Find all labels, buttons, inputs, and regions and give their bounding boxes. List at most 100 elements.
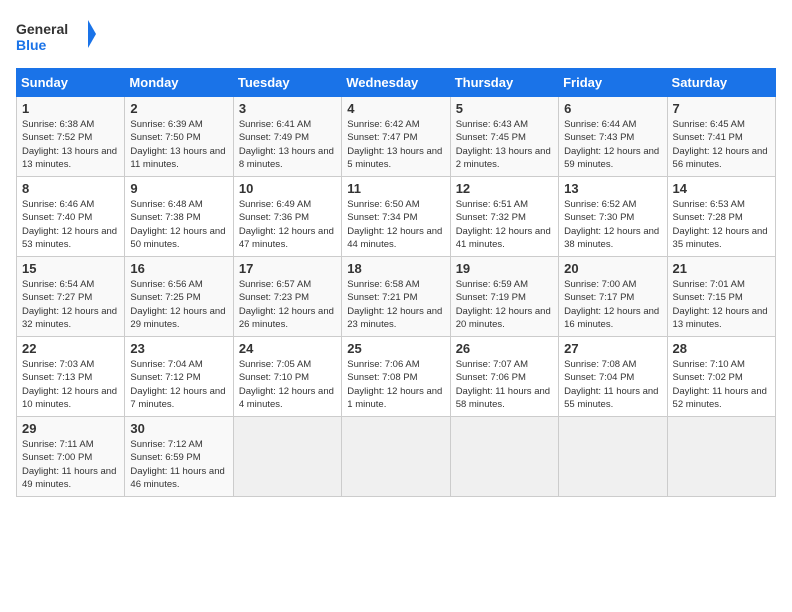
- day-number: 24: [239, 341, 336, 356]
- calendar-cell: 12 Sunrise: 6:51 AM Sunset: 7:32 PM Dayli…: [450, 177, 558, 257]
- calendar-cell: 24 Sunrise: 7:05 AM Sunset: 7:10 PM Dayli…: [233, 337, 341, 417]
- cell-info: Sunrise: 7:11 AM Sunset: 7:00 PM Dayligh…: [22, 438, 119, 491]
- calendar-cell: 8 Sunrise: 6:46 AM Sunset: 7:40 PM Daylig…: [17, 177, 125, 257]
- cell-info: Sunrise: 6:38 AM Sunset: 7:52 PM Dayligh…: [22, 118, 119, 171]
- cell-info: Sunrise: 6:52 AM Sunset: 7:30 PM Dayligh…: [564, 198, 661, 251]
- day-number: 21: [673, 261, 770, 276]
- cell-info: Sunrise: 7:04 AM Sunset: 7:12 PM Dayligh…: [130, 358, 227, 411]
- calendar-cell: 26 Sunrise: 7:07 AM Sunset: 7:06 PM Dayli…: [450, 337, 558, 417]
- calendar-cell: 30 Sunrise: 7:12 AM Sunset: 6:59 PM Dayli…: [125, 417, 233, 497]
- calendar-week-row: 22 Sunrise: 7:03 AM Sunset: 7:13 PM Dayli…: [17, 337, 776, 417]
- day-number: 4: [347, 101, 444, 116]
- weekday-header: Sunday: [17, 69, 125, 97]
- cell-info: Sunrise: 6:46 AM Sunset: 7:40 PM Dayligh…: [22, 198, 119, 251]
- weekday-header: Wednesday: [342, 69, 450, 97]
- day-number: 6: [564, 101, 661, 116]
- day-number: 16: [130, 261, 227, 276]
- calendar-cell: 5 Sunrise: 6:43 AM Sunset: 7:45 PM Daylig…: [450, 97, 558, 177]
- day-number: 30: [130, 421, 227, 436]
- calendar-cell: 17 Sunrise: 6:57 AM Sunset: 7:23 PM Dayli…: [233, 257, 341, 337]
- cell-info: Sunrise: 6:51 AM Sunset: 7:32 PM Dayligh…: [456, 198, 553, 251]
- calendar-week-row: 15Sunrise: 6:54 AM Sunset: 7:27 PM Dayli…: [17, 257, 776, 337]
- day-number: 3: [239, 101, 336, 116]
- cell-info: Sunrise: 6:43 AM Sunset: 7:45 PM Dayligh…: [456, 118, 553, 171]
- weekday-header: Tuesday: [233, 69, 341, 97]
- cell-info: Sunrise: 7:08 AM Sunset: 7:04 PM Dayligh…: [564, 358, 661, 411]
- cell-info: Sunrise: 7:12 AM Sunset: 6:59 PM Dayligh…: [130, 438, 227, 491]
- cell-info: Sunrise: 7:01 AM Sunset: 7:15 PM Dayligh…: [673, 278, 770, 331]
- calendar-cell: 1 Sunrise: 6:38 AM Sunset: 7:52 PM Daylig…: [17, 97, 125, 177]
- calendar-cell: 13 Sunrise: 6:52 AM Sunset: 7:30 PM Dayli…: [559, 177, 667, 257]
- calendar-cell: 4 Sunrise: 6:42 AM Sunset: 7:47 PM Daylig…: [342, 97, 450, 177]
- calendar-cell: 2 Sunrise: 6:39 AM Sunset: 7:50 PM Daylig…: [125, 97, 233, 177]
- calendar-cell: 27 Sunrise: 7:08 AM Sunset: 7:04 PM Dayli…: [559, 337, 667, 417]
- calendar-cell: 9 Sunrise: 6:48 AM Sunset: 7:38 PM Daylig…: [125, 177, 233, 257]
- calendar-cell: 22 Sunrise: 7:03 AM Sunset: 7:13 PM Dayli…: [17, 337, 125, 417]
- day-number: 10: [239, 181, 336, 196]
- logo-svg: General Blue: [16, 16, 96, 56]
- calendar-cell: 3 Sunrise: 6:41 AM Sunset: 7:49 PM Daylig…: [233, 97, 341, 177]
- cell-info: Sunrise: 6:50 AM Sunset: 7:34 PM Dayligh…: [347, 198, 444, 251]
- cell-info: Sunrise: 6:42 AM Sunset: 7:47 PM Dayligh…: [347, 118, 444, 171]
- day-number: 11: [347, 181, 444, 196]
- day-number: 8: [22, 181, 119, 196]
- cell-info: Sunrise: 6:39 AM Sunset: 7:50 PM Dayligh…: [130, 118, 227, 171]
- day-number: 7: [673, 101, 770, 116]
- calendar-cell: 14 Sunrise: 6:53 AM Sunset: 7:28 PM Dayli…: [667, 177, 775, 257]
- day-number: 27: [564, 341, 661, 356]
- day-number: 9: [130, 181, 227, 196]
- calendar-cell: 7 Sunrise: 6:45 AM Sunset: 7:41 PM Daylig…: [667, 97, 775, 177]
- day-number: 13: [564, 181, 661, 196]
- cell-info: Sunrise: 7:03 AM Sunset: 7:13 PM Dayligh…: [22, 358, 119, 411]
- page-header: General Blue: [16, 16, 776, 56]
- cell-info: Sunrise: 7:00 AM Sunset: 7:17 PM Dayligh…: [564, 278, 661, 331]
- calendar-week-row: 8 Sunrise: 6:46 AM Sunset: 7:40 PM Daylig…: [17, 177, 776, 257]
- svg-text:Blue: Blue: [16, 37, 47, 53]
- calendar-header: SundayMondayTuesdayWednesdayThursdayFrid…: [17, 69, 776, 97]
- calendar-cell: 11 Sunrise: 6:50 AM Sunset: 7:34 PM Dayli…: [342, 177, 450, 257]
- day-number: 12: [456, 181, 553, 196]
- cell-info: Sunrise: 7:05 AM Sunset: 7:10 PM Dayligh…: [239, 358, 336, 411]
- cell-info: Sunrise: 6:56 AM Sunset: 7:25 PM Dayligh…: [130, 278, 227, 331]
- cell-info: Sunrise: 7:06 AM Sunset: 7:08 PM Dayligh…: [347, 358, 444, 411]
- day-number: 2: [130, 101, 227, 116]
- calendar-cell: [342, 417, 450, 497]
- cell-info: Sunrise: 6:57 AM Sunset: 7:23 PM Dayligh…: [239, 278, 336, 331]
- calendar-body: 1 Sunrise: 6:38 AM Sunset: 7:52 PM Daylig…: [17, 97, 776, 497]
- cell-info: Sunrise: 6:45 AM Sunset: 7:41 PM Dayligh…: [673, 118, 770, 171]
- day-number: 17: [239, 261, 336, 276]
- cell-info: Sunrise: 6:44 AM Sunset: 7:43 PM Dayligh…: [564, 118, 661, 171]
- cell-info: Sunrise: 6:54 AM Sunset: 7:27 PM Dayligh…: [22, 278, 119, 331]
- calendar-cell: [450, 417, 558, 497]
- day-number: 23: [130, 341, 227, 356]
- calendar-cell: 19 Sunrise: 6:59 AM Sunset: 7:19 PM Dayli…: [450, 257, 558, 337]
- cell-info: Sunrise: 6:59 AM Sunset: 7:19 PM Dayligh…: [456, 278, 553, 331]
- day-number: 18: [347, 261, 444, 276]
- calendar-cell: [559, 417, 667, 497]
- cell-info: Sunrise: 6:53 AM Sunset: 7:28 PM Dayligh…: [673, 198, 770, 251]
- calendar-cell: [667, 417, 775, 497]
- weekday-header: Thursday: [450, 69, 558, 97]
- cell-info: Sunrise: 6:41 AM Sunset: 7:49 PM Dayligh…: [239, 118, 336, 171]
- day-number: 22: [22, 341, 119, 356]
- day-number: 25: [347, 341, 444, 356]
- logo: General Blue: [16, 16, 96, 56]
- day-number: 26: [456, 341, 553, 356]
- day-number: 1: [22, 101, 119, 116]
- day-number: 19: [456, 261, 553, 276]
- calendar-week-row: 1 Sunrise: 6:38 AM Sunset: 7:52 PM Daylig…: [17, 97, 776, 177]
- day-number: 20: [564, 261, 661, 276]
- calendar-cell: [233, 417, 341, 497]
- calendar-cell: 18Sunrise: 6:58 AM Sunset: 7:21 PM Dayli…: [342, 257, 450, 337]
- day-number: 5: [456, 101, 553, 116]
- calendar-table: SundayMondayTuesdayWednesdayThursdayFrid…: [16, 68, 776, 497]
- cell-info: Sunrise: 6:48 AM Sunset: 7:38 PM Dayligh…: [130, 198, 227, 251]
- calendar-week-row: 29 Sunrise: 7:11 AM Sunset: 7:00 PM Dayli…: [17, 417, 776, 497]
- day-number: 14: [673, 181, 770, 196]
- calendar-cell: 6 Sunrise: 6:44 AM Sunset: 7:43 PM Daylig…: [559, 97, 667, 177]
- calendar-cell: 15Sunrise: 6:54 AM Sunset: 7:27 PM Dayli…: [17, 257, 125, 337]
- weekday-header: Friday: [559, 69, 667, 97]
- cell-info: Sunrise: 7:07 AM Sunset: 7:06 PM Dayligh…: [456, 358, 553, 411]
- calendar-cell: 16 Sunrise: 6:56 AM Sunset: 7:25 PM Dayli…: [125, 257, 233, 337]
- day-number: 29: [22, 421, 119, 436]
